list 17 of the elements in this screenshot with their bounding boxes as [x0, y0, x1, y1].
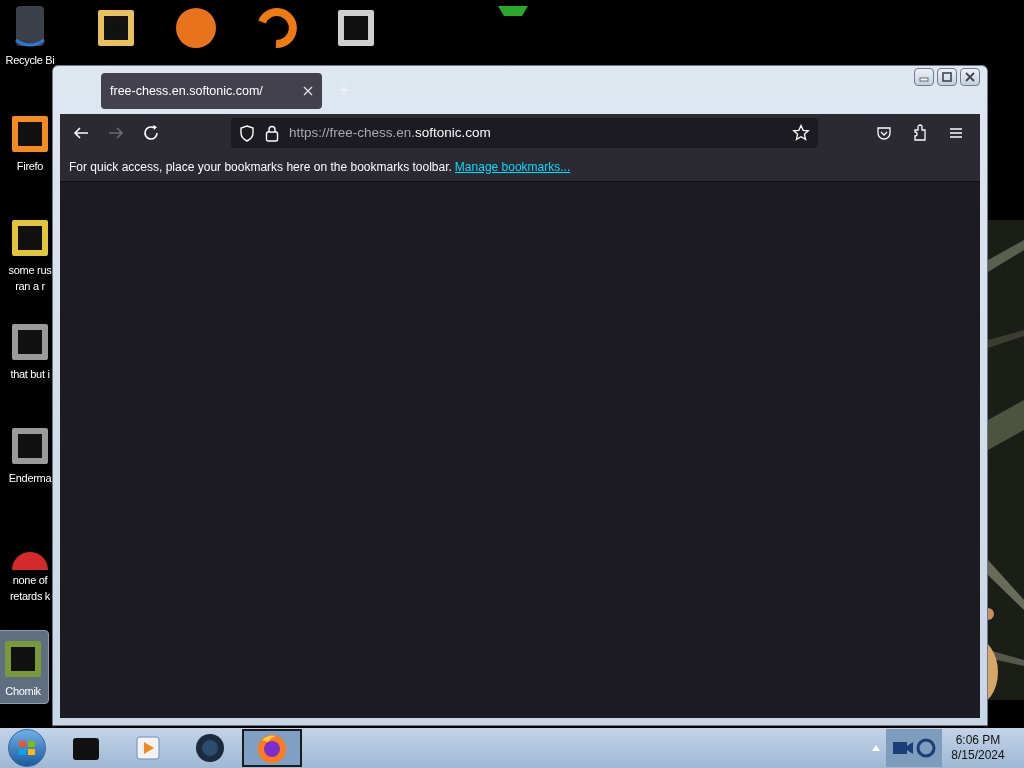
- clock-date: 8/15/2024: [951, 748, 1005, 763]
- clock[interactable]: 6:06 PM 8/15/2024: [942, 733, 1014, 763]
- icon-label: none of: [12, 573, 48, 588]
- icon-label: Recycle Bi: [5, 53, 55, 68]
- browser-tab[interactable]: free-chess.en.softonic.com/: [101, 73, 322, 109]
- icon-label: Enderma: [8, 471, 52, 486]
- manage-bookmarks-link[interactable]: Manage bookmarks...: [454, 157, 571, 176]
- address-bar[interactable]: https://free-chess.en.softonic.com: [231, 118, 818, 148]
- icon-label: Chomik: [5, 684, 41, 699]
- icon-label: that but i: [10, 367, 50, 382]
- clock-time: 6:06 PM: [955, 733, 1001, 748]
- bookmarks-message: For quick access, place your bookmarks here on the bookmarks toolbar.: [69, 158, 452, 176]
- icon-label: retards k: [9, 589, 51, 604]
- icon-label: Firefo: [16, 159, 44, 174]
- icon-label: ran a r: [15, 279, 45, 294]
- icon-label: some rus: [8, 263, 52, 278]
- url-text: https://free-chess.en.softonic.com: [289, 123, 491, 142]
